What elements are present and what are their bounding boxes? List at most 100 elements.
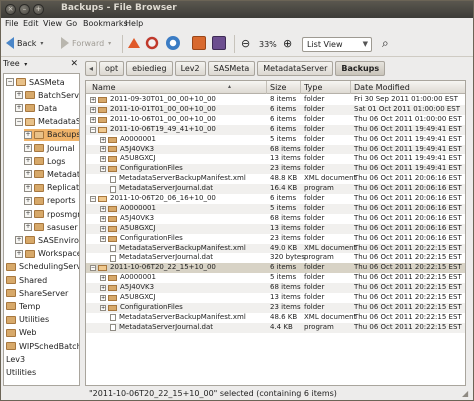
sidebar-item[interactable]: + Replication	[24, 182, 79, 194]
table-row[interactable]: MetadataServerJournal.dat 320 bytes progra…	[86, 253, 465, 263]
menu-bookmarks[interactable]: Bookmarks	[83, 19, 128, 28]
expand-icon[interactable]: +	[24, 170, 32, 179]
table-row[interactable]: + ConfigurationFiles 23 items folder Thu 06 …	[86, 302, 465, 313]
expand-icon[interactable]: +	[100, 235, 106, 242]
expand-icon[interactable]: +	[90, 96, 96, 103]
zoom-out-icon[interactable]: ⊖	[241, 37, 250, 50]
home-folder-icon[interactable]	[192, 36, 206, 50]
collapse-icon[interactable]: −	[15, 117, 23, 126]
table-row[interactable]: + A0000001 5 items folder Thu 06 Oct 2011 20…	[86, 203, 465, 214]
table-row[interactable]: + A0000001 5 items folder Thu 06 Oct 2011 20…	[86, 273, 465, 283]
sidebar-item[interactable]: Temp	[6, 300, 79, 312]
expand-icon[interactable]: +	[100, 205, 106, 212]
expand-icon[interactable]: +	[24, 210, 32, 218]
sidebar-item[interactable]: ShareServer	[6, 287, 79, 299]
table-row[interactable]: + A5J40VK3 68 items folder Thu 06 Oct 2011 1…	[86, 144, 465, 155]
expand-icon[interactable]: +	[100, 294, 106, 301]
minimize-window-icon[interactable]: –	[19, 4, 30, 15]
expand-icon[interactable]: +	[24, 130, 32, 139]
sidebar-item[interactable]: Lev3	[6, 353, 79, 365]
menu-edit[interactable]: Edit	[23, 19, 39, 28]
path-button[interactable]: MetadataServer	[257, 60, 334, 76]
sidebar-item[interactable]: + reports	[24, 195, 79, 207]
sidebar-item[interactable]: SchedulingServer	[6, 261, 79, 273]
table-row[interactable]: + A5J40VK3 68 items folder Thu 06 Oct 2011 2…	[86, 283, 465, 293]
forward-dropdown-icon[interactable]: ▾	[108, 40, 111, 47]
expand-icon[interactable]: +	[24, 157, 32, 166]
sidebar-tree[interactable]: − SASMeta + BatchServer + Data − MetadataServer…	[3, 73, 80, 386]
menu-help[interactable]: Help	[125, 19, 143, 28]
up-button[interactable]	[128, 38, 140, 48]
sidebar-item[interactable]: + Journal	[24, 142, 79, 154]
expand-icon[interactable]: +	[15, 91, 23, 100]
search-icon[interactable]: ⌕	[382, 36, 389, 51]
expand-icon[interactable]: +	[100, 215, 106, 222]
sidebar-item[interactable]: + SASEnvironment	[15, 234, 79, 246]
table-row[interactable]: + A5U8GXCJ 13 items folder Thu 06 Oct 2011 1…	[86, 154, 465, 164]
table-row[interactable]: +2011-10-01T01_00_00+10_00 6 items folder S…	[86, 104, 465, 115]
table-row[interactable]: +2011-10-06T01_00_00+10_00 6 items folder T…	[86, 115, 465, 125]
expand-icon[interactable]: +	[15, 104, 23, 113]
back-button[interactable]: Back ▾	[6, 37, 43, 49]
view-mode-select[interactable]: List View ▼	[302, 37, 372, 52]
expand-icon[interactable]: +	[15, 249, 23, 258]
expand-icon[interactable]: +	[90, 106, 96, 113]
collapse-icon[interactable]: −	[90, 265, 96, 272]
path-button[interactable]: Lev2	[174, 60, 206, 76]
column-header-name[interactable]: Name	[92, 83, 116, 92]
sidebar-item[interactable]: + BatchServer	[15, 89, 79, 101]
expand-icon[interactable]: +	[100, 136, 106, 143]
sidebar-item[interactable]: Utilities	[6, 314, 79, 326]
table-row[interactable]: − 2011-10-06T19_49_41+10_00 6 items folder T…	[86, 124, 465, 135]
zoom-in-icon[interactable]: ⊕	[283, 37, 292, 50]
expand-icon[interactable]: +	[100, 285, 106, 292]
expand-icon[interactable]: +	[24, 196, 32, 205]
sidebar-item[interactable]: WIPSchedBatch	[6, 340, 79, 352]
reload-icon[interactable]	[166, 36, 180, 50]
sidebar-item[interactable]: + rposmgr	[24, 208, 79, 220]
collapse-icon[interactable]: −	[90, 195, 96, 202]
sidebar-header[interactable]: Tree ▾ ✕	[3, 59, 80, 72]
maximize-window-icon[interactable]: +	[33, 4, 44, 15]
table-row[interactable]: + A5U8GXCJ 13 items folder Thu 06 Oct 2011 2…	[86, 293, 465, 303]
sidebar-item[interactable]: − MetadataServer	[15, 116, 79, 128]
column-header-size[interactable]: Size	[270, 83, 286, 92]
path-button[interactable]: ebiedieg	[126, 60, 173, 76]
collapse-icon[interactable]: −	[90, 126, 96, 133]
table-row[interactable]: + A5U8GXCJ 13 items folder Thu 06 Oct 2011 2…	[86, 223, 465, 234]
expand-icon[interactable]: +	[100, 304, 106, 311]
table-row[interactable]: MetadataServerBackupManifest.xml 48.6 KB X…	[86, 313, 465, 323]
sidebar-item[interactable]: + Backups	[24, 128, 79, 141]
table-row[interactable]: − 2011-10-06T20_22_15+10_00 6 items folder T…	[86, 263, 465, 274]
sidebar-item[interactable]: − SASMeta	[6, 76, 79, 88]
expand-icon[interactable]: +	[24, 144, 32, 152]
sidebar-item[interactable]: + MetadataRepositories	[24, 168, 79, 180]
menu-view[interactable]: View	[43, 19, 62, 28]
expand-icon[interactable]: +	[100, 225, 106, 232]
expand-icon[interactable]: +	[24, 183, 32, 192]
column-header-date[interactable]: Date Modified	[354, 83, 410, 92]
close-sidebar-icon[interactable]: ✕	[70, 59, 78, 69]
sidebar-item[interactable]: + sasuser	[24, 221, 79, 233]
path-scroll-left-icon[interactable]: ◂	[85, 60, 97, 76]
table-row[interactable]: MetadataServerJournal.dat 16.4 KB program T…	[86, 184, 465, 194]
expand-icon[interactable]: +	[100, 156, 106, 163]
menu-go[interactable]: Go	[66, 19, 77, 28]
table-row[interactable]: − 2011-10-06T20_06_16+10_00 6 items folder T…	[86, 194, 465, 204]
table-row[interactable]: + ConfigurationFiles 23 items folder Thu 06 …	[86, 164, 465, 175]
menu-file[interactable]: File	[5, 19, 18, 28]
forward-button[interactable]: Forward ▾	[61, 37, 111, 49]
stop-icon[interactable]	[145, 36, 159, 50]
table-row[interactable]: + A0000001 5 items folder Thu 06 Oct 2011 19…	[86, 135, 465, 145]
sidebar-item[interactable]: Utilities	[6, 366, 79, 378]
sidebar-item[interactable]: + WorkspaceServer	[15, 248, 79, 260]
close-window-icon[interactable]: ×	[5, 4, 16, 15]
table-row[interactable]: MetadataServerBackupManifest.xml 49.0 KB X…	[86, 243, 465, 254]
table-row[interactable]: MetadataServerJournal.dat 4.4 KB program Th…	[86, 322, 465, 333]
column-header-type[interactable]: Type	[304, 83, 322, 92]
computer-icon[interactable]	[212, 36, 226, 50]
back-dropdown-icon[interactable]: ▾	[40, 40, 43, 47]
path-button[interactable]: SASMeta	[207, 60, 256, 76]
table-row[interactable]: + ConfigurationFiles 23 items folder Thu 06 …	[86, 234, 465, 244]
table-row[interactable]: +2011-09-30T01_00_00+10_00 8 items folder F…	[86, 95, 465, 105]
